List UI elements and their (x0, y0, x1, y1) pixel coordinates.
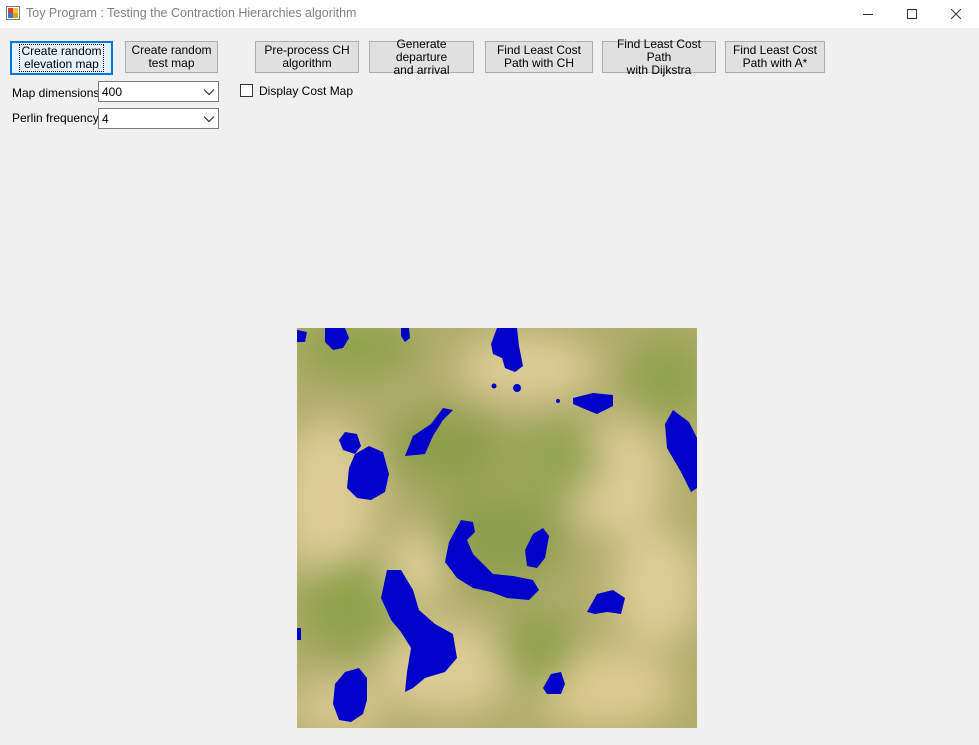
create-test-map-label: Create random test map (131, 43, 212, 70)
maximize-button[interactable] (889, 0, 935, 28)
preprocess-ch-label: Pre-process CH algorithm (264, 43, 350, 70)
display-cost-map-label[interactable]: Display Cost Map (259, 84, 353, 98)
perlin-frequency-value: 4 (102, 112, 109, 126)
find-path-dijkstra-button[interactable]: Find Least Cost Path with Dijkstra (602, 37, 716, 76)
maximize-icon (907, 9, 917, 19)
map-dimensions-value: 400 (102, 85, 123, 99)
map-dimensions-label: Map dimensions (12, 86, 100, 100)
find-path-astar-button[interactable]: Find Least Cost Path with A* (725, 41, 825, 73)
title-bar: Toy Program : Testing the Contraction Hi… (0, 0, 979, 29)
close-button[interactable] (933, 0, 979, 28)
perlin-frequency-label: Perlin frequency (12, 111, 99, 125)
chevron-down-icon (203, 116, 215, 123)
find-path-ch-button[interactable]: Find Least Cost Path with CH (485, 41, 593, 73)
elevation-map-image (297, 328, 697, 728)
generate-departure-arrival-button[interactable]: Generate departure and arrival (369, 37, 474, 76)
app-form-icon (6, 6, 20, 20)
minimize-button[interactable] (845, 0, 891, 28)
window-title: Toy Program : Testing the Contraction Hi… (26, 6, 357, 20)
display-cost-map-checkbox[interactable] (240, 84, 253, 97)
generate-departure-arrival-label: Generate departure and arrival (393, 36, 450, 77)
find-path-ch-label: Find Least Cost Path with CH (496, 43, 582, 70)
create-test-map-button[interactable]: Create random test map (125, 41, 218, 73)
create-elevation-map-label: Create random elevation map (19, 44, 104, 72)
create-elevation-map-button[interactable]: Create random elevation map (10, 41, 113, 75)
map-dimensions-select[interactable]: 400 (98, 81, 219, 102)
minimize-icon (863, 14, 873, 15)
elevation-map-canvas[interactable] (297, 328, 697, 728)
perlin-frequency-select[interactable]: 4 (98, 108, 219, 129)
close-icon (951, 9, 961, 19)
preprocess-ch-button[interactable]: Pre-process CH algorithm (255, 41, 359, 73)
find-path-dijkstra-label: Find Least Cost Path with Dijkstra (616, 36, 702, 77)
chevron-down-icon (203, 89, 215, 96)
find-path-astar-label: Find Least Cost Path with A* (732, 43, 818, 70)
